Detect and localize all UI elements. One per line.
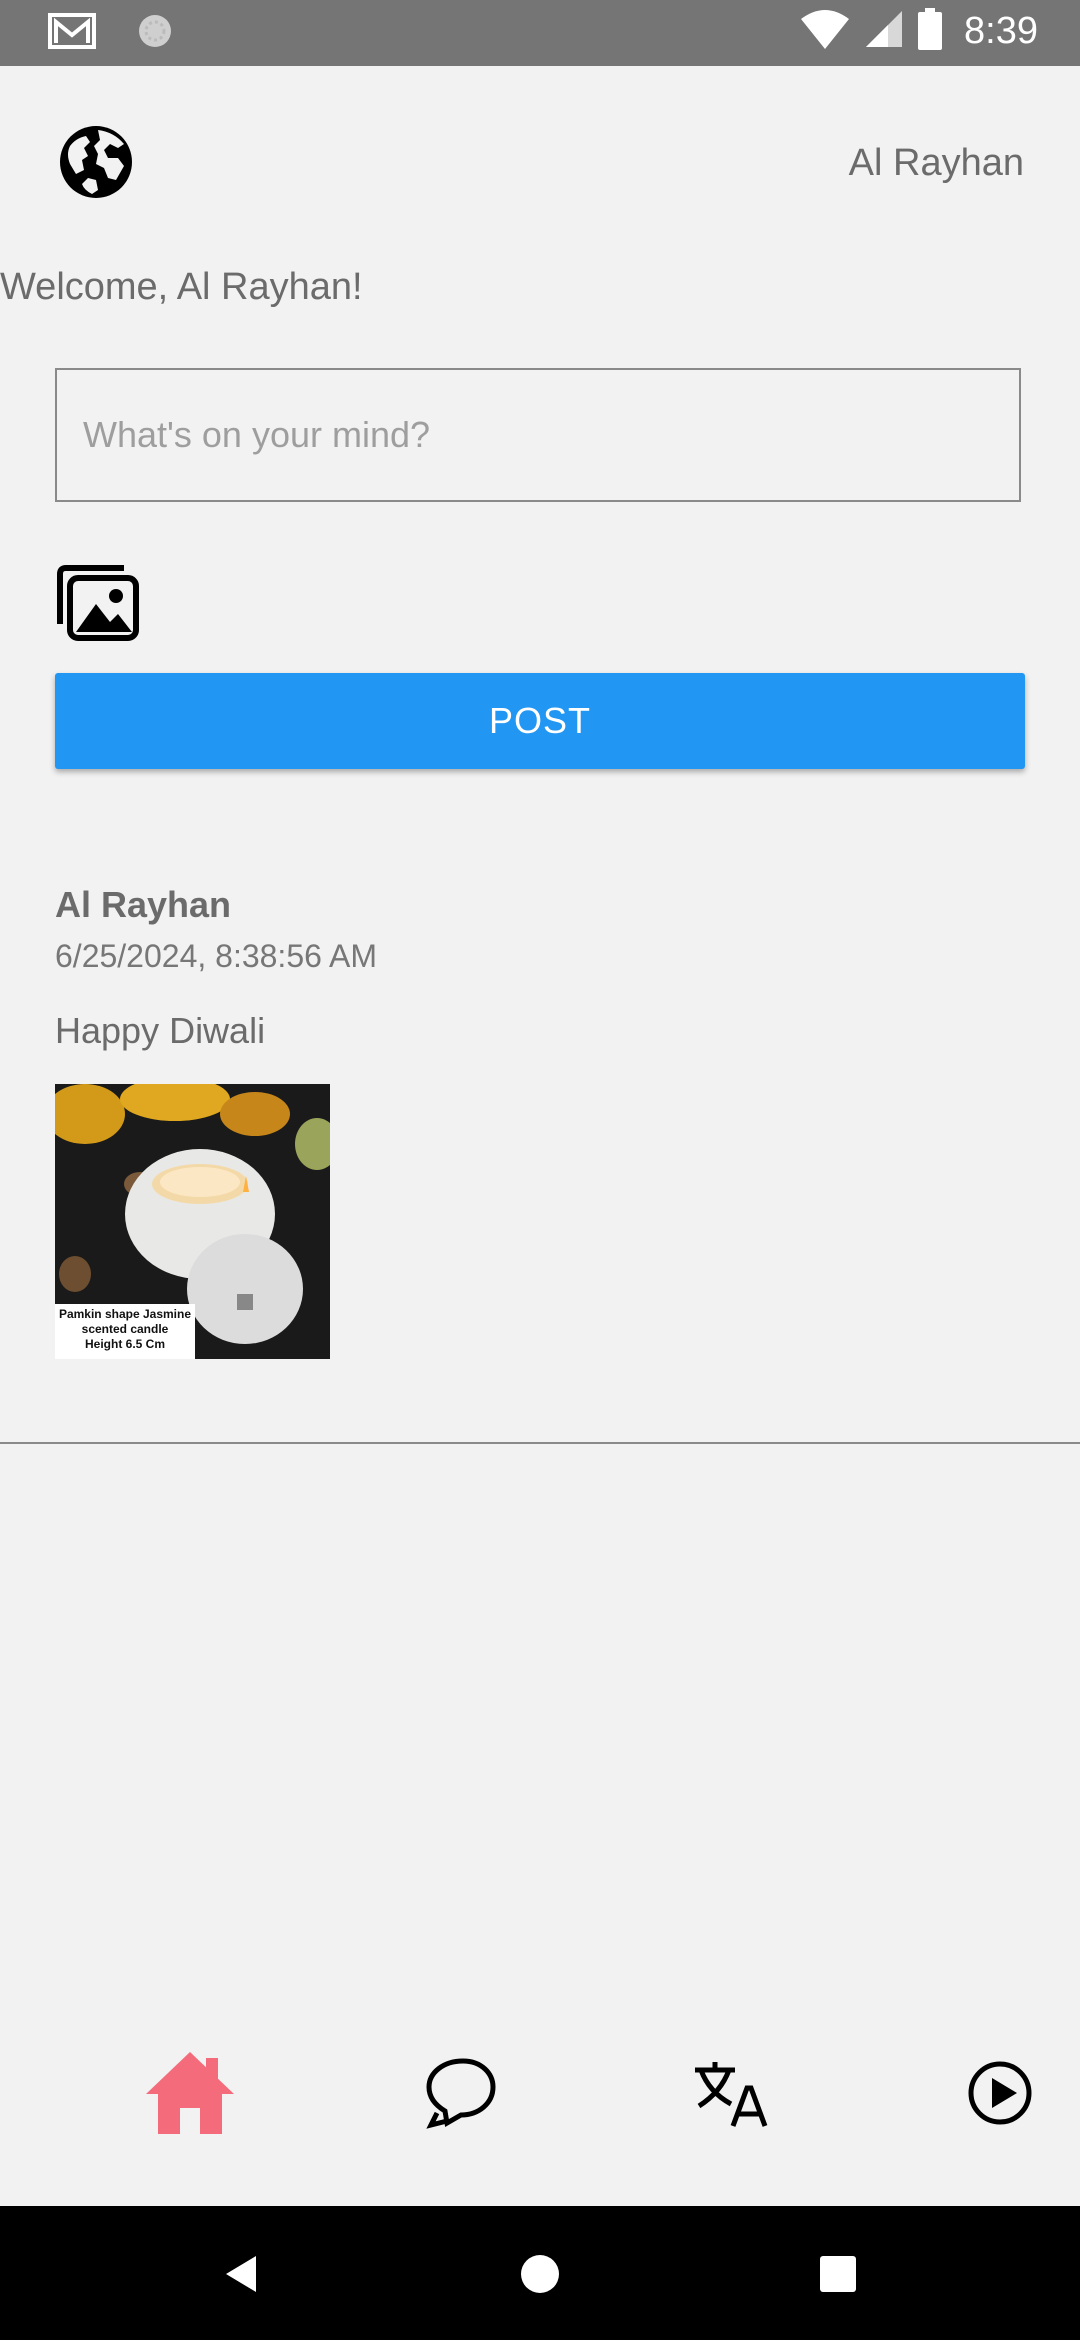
chat-icon (423, 2055, 499, 2136)
globe-icon[interactable] (58, 124, 134, 200)
post-timestamp: 6/25/2024, 8:38:56 AM (55, 938, 378, 974)
wifi-icon (800, 9, 850, 54)
translate-icon (691, 2058, 771, 2133)
status-clock: 8:39 (964, 10, 1038, 52)
gmail-icon (48, 13, 96, 54)
post-text: Happy Diwali (55, 1010, 266, 1051)
tab-play[interactable] (955, 2050, 1045, 2140)
post-author: Al Rayhan (55, 884, 232, 925)
system-nav-bar (0, 2206, 1080, 2340)
post-divider (0, 1442, 1080, 1444)
home-icon (144, 2050, 236, 2141)
welcome-text: Welcome, Al Rayhan! (0, 266, 363, 308)
sync-icon (136, 12, 174, 55)
image-caption: Pamkin shape Jasmine scented candle Heig… (55, 1304, 195, 1359)
back-icon[interactable] (220, 2252, 264, 2296)
recents-icon[interactable] (816, 2252, 860, 2296)
signal-icon (864, 9, 904, 54)
post-image[interactable]: Pamkin shape Jasmine scented candle Heig… (55, 1084, 330, 1359)
battery-icon (918, 8, 943, 55)
image-caption-line: scented candle (81, 1322, 169, 1336)
image-caption-line: Height 6.5 Cm (84, 1337, 165, 1351)
home-nav-icon[interactable] (518, 2252, 562, 2296)
tab-chat[interactable] (416, 2050, 506, 2140)
status-bar: 8:39 (0, 0, 1080, 66)
header-username[interactable]: Al Rayhan (849, 142, 1024, 185)
tab-home[interactable] (145, 2050, 235, 2140)
tab-translate[interactable] (686, 2050, 776, 2140)
post-button[interactable]: POST (55, 673, 1025, 769)
image-caption-line: Pamkin shape Jasmine (58, 1307, 192, 1321)
play-circle-icon (967, 2060, 1033, 2131)
photo-library-icon[interactable] (54, 564, 140, 642)
post-text-input[interactable] (55, 368, 1021, 502)
